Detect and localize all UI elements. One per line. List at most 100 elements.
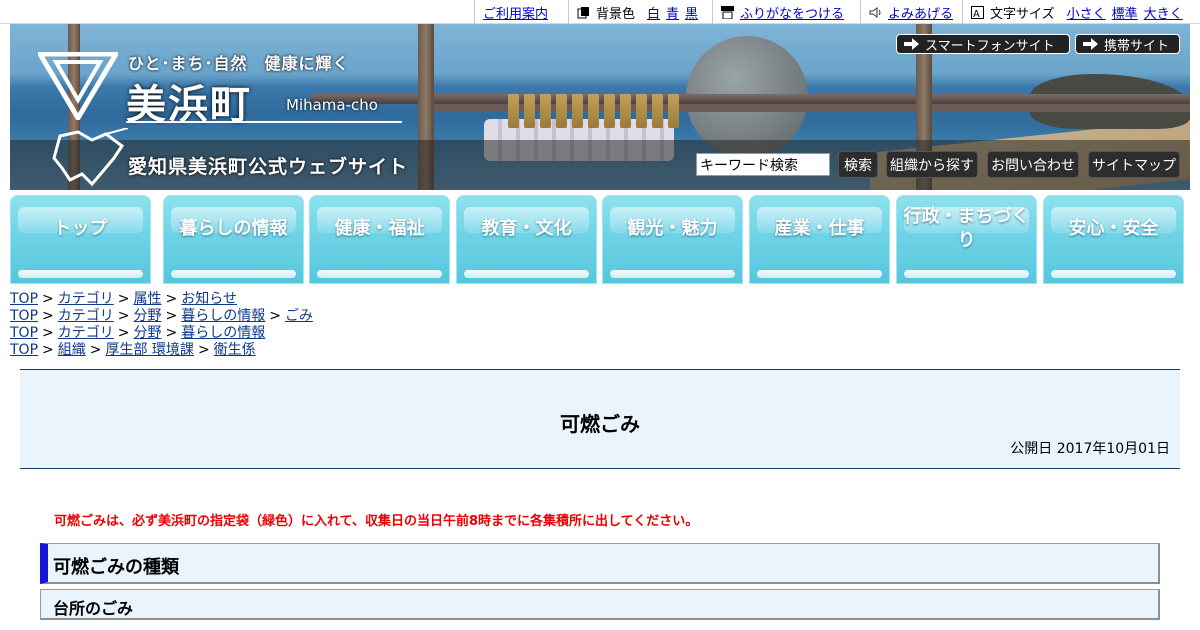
banner-padlock [604, 94, 615, 128]
furigana-link[interactable]: ふりがなをつける [740, 3, 844, 22]
nav-underbar [317, 270, 442, 278]
breadcrumb-link[interactable]: カテゴリ [58, 308, 114, 324]
guide-link[interactable]: ご利用案内 [483, 3, 548, 22]
breadcrumb-link[interactable]: 衛生係 [214, 342, 256, 358]
read-aloud-group: よみあげる [860, 0, 953, 24]
speaker-icon [869, 6, 881, 18]
nav-item-tourism[interactable]: 観光・魅力 [602, 195, 743, 284]
svg-text:A: A [973, 9, 980, 19]
nav-underbar [610, 270, 735, 278]
search-button[interactable]: 検索 [838, 151, 878, 178]
guide-group: ご利用案内 [474, 0, 548, 24]
nav-item-label: トップ [53, 218, 108, 239]
font-size-icon: A [971, 5, 984, 19]
banner-padlock [668, 94, 679, 128]
nav-item-label: 安心・安全 [1068, 218, 1159, 239]
collection-notice: 可燃ごみは、必ず美浜町の指定袋（緑色）に入れて、収集日の当日午前8時までに各集積… [54, 514, 699, 529]
sitemap-button[interactable]: サイトマップ [1088, 151, 1180, 178]
breadcrumb-separator: > [197, 342, 210, 358]
nav-underbar [464, 270, 589, 278]
breadcrumb: TOP > カテゴリ > 分野 > 暮らしの情報 [10, 325, 313, 342]
bg-color-label: 背景色 [596, 6, 636, 22]
nav-item-health[interactable]: 健康・福祉 [309, 195, 450, 284]
breadcrumb-link[interactable]: ごみ [285, 308, 313, 324]
keyword-search-input[interactable] [696, 153, 830, 176]
breadcrumb: TOP > カテゴリ > 属性 > お知らせ [10, 291, 313, 308]
breadcrumb-link[interactable]: TOP [10, 308, 38, 324]
breadcrumb-link[interactable]: 分野 [133, 325, 161, 341]
bg-white-link[interactable]: 白 [647, 3, 660, 22]
bg-blue-link[interactable]: 青 [666, 3, 679, 22]
utility-bar: ご利用案内 背景色 白 青 黒 ふりがなをつける よみあげる A 文字サイズ 小… [0, 0, 1200, 24]
breadcrumb-link[interactable]: 暮らしの情報 [181, 325, 265, 341]
breadcrumb-list: TOP > カテゴリ > 属性 > お知らせ TOP > カテゴリ > 分野 > 暮らしの情報 > ごみ T… [10, 291, 313, 359]
contact-button[interactable]: お問い合わせ [987, 151, 1079, 178]
breadcrumb-link[interactable]: TOP [10, 342, 38, 358]
breadcrumb-link[interactable]: 属性 [133, 291, 161, 307]
nav-item-industry[interactable]: 産業・仕事 [749, 195, 890, 284]
breadcrumb-link[interactable]: カテゴリ [58, 291, 114, 307]
smartphone-site-label: スマートフォンサイト [925, 38, 1055, 54]
smartphone-site-button[interactable]: スマートフォンサイト [896, 34, 1070, 54]
nav-underbar [757, 270, 882, 278]
breadcrumb-link[interactable]: TOP [10, 291, 38, 307]
nav-item-label: 行政・まちづくり [903, 206, 1030, 251]
breadcrumb-link[interactable]: カテゴリ [58, 325, 114, 341]
page-title: 可燃ごみ [560, 412, 640, 436]
banner-padlock [556, 94, 567, 128]
nav-underbar [171, 270, 296, 278]
bg-black-link[interactable]: 黒 [685, 3, 698, 22]
arrow-right-icon [904, 38, 919, 50]
org-search-button[interactable]: 組織から探す [886, 151, 978, 178]
nav-underbar [18, 270, 143, 278]
peninsula-map-icon [52, 128, 129, 187]
breadcrumb-separator: > [117, 325, 130, 341]
town-name-romaji: Mihama-cho [286, 96, 378, 114]
font-size-label: 文字サイズ [990, 6, 1055, 22]
breadcrumb-link[interactable]: 分野 [133, 308, 161, 324]
nav-item-administration[interactable]: 行政・まちづくり [896, 195, 1037, 284]
nav-item-top[interactable]: トップ [10, 195, 151, 284]
breadcrumb-separator: > [269, 308, 281, 324]
breadcrumb-separator: > [165, 308, 178, 324]
nav-underbar [904, 270, 1029, 278]
ruby-icon [721, 5, 734, 19]
breadcrumb-link[interactable]: 組織 [58, 342, 86, 358]
font-small-link[interactable]: 小さく [1067, 3, 1106, 22]
nav-item-label: 健康・福祉 [334, 218, 425, 239]
logo-underline [126, 121, 402, 123]
breadcrumb-link[interactable]: お知らせ [181, 291, 237, 307]
site-name: 愛知県美浜町公式ウェブサイト [128, 156, 409, 178]
banner-rail [310, 94, 1190, 104]
breadcrumb-link[interactable]: 厚生部 環境課 [105, 342, 193, 358]
font-size-group: A 文字サイズ 小さく 標準 大きく [962, 0, 1183, 24]
banner-padlock [524, 94, 535, 128]
nav-underbar [1051, 270, 1176, 278]
banner-padlock [620, 94, 631, 128]
nav-item-safety[interactable]: 安心・安全 [1043, 195, 1184, 284]
copy-icon [577, 6, 589, 18]
nav-item-living[interactable]: 暮らしの情報 [163, 195, 304, 284]
breadcrumb-separator: > [42, 291, 54, 307]
breadcrumb-link[interactable]: 暮らしの情報 [181, 308, 265, 324]
publish-date: 公開日 2017年10月01日 [1010, 441, 1170, 457]
header-banner: ひと･まち･自然 健康に輝く 美浜町 Mihama-cho 愛知県美浜町公式ウェ… [10, 24, 1190, 190]
read-aloud-link[interactable]: よみあげる [888, 3, 953, 22]
nav-item-education[interactable]: 教育・文化 [456, 195, 597, 284]
breadcrumb-separator: > [42, 308, 54, 324]
breadcrumb-separator: > [89, 342, 102, 358]
breadcrumb: TOP > 組織 > 厚生部 環境課 > 衛生係 [10, 342, 313, 359]
breadcrumb-link[interactable]: TOP [10, 325, 38, 341]
global-nav: トップ 暮らしの情報 健康・福祉 教育・文化 観光・魅力 産業・仕事 行政・まち… [10, 190, 1190, 284]
banner-padlock [508, 94, 519, 128]
font-standard-link[interactable]: 標準 [1112, 3, 1138, 22]
banner-padlock [636, 94, 647, 128]
furigana-group: ふりがなをつける [712, 0, 844, 24]
mobile-site-button[interactable]: 携帯サイト [1075, 34, 1180, 54]
page-title-panel: 可燃ごみ 公開日 2017年10月01日 [20, 369, 1180, 469]
subsection-heading-text: 台所のごみ [53, 599, 134, 618]
breadcrumb-separator: > [165, 325, 178, 341]
banner-padlock [572, 94, 583, 128]
banner-padlock [540, 94, 551, 128]
font-large-link[interactable]: 大きく [1144, 3, 1183, 22]
